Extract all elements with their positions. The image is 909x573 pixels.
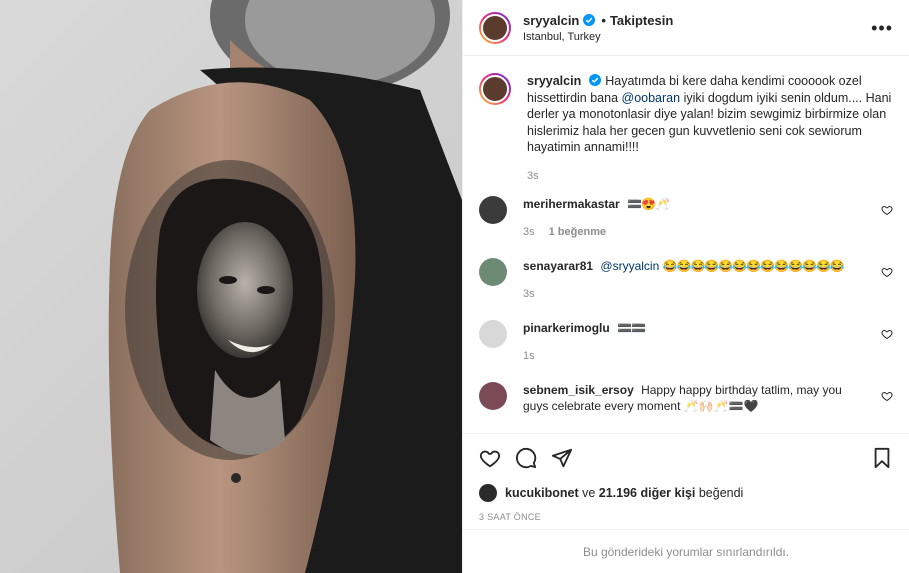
comment-username[interactable]: merihermakastar [523,197,620,211]
like-heart-icon[interactable] [479,447,501,469]
comment-like-heart-icon[interactable] [881,204,893,216]
comment-timestamp[interactable]: 3s [523,224,535,240]
comment-like-heart-icon[interactable] [881,390,893,402]
share-send-icon[interactable] [551,447,573,469]
comment-mention-link[interactable]: @sryyalcin [600,259,659,273]
comment-item: sebnem_isik_ersoy Happy happy birthday t… [479,382,893,414]
post-window: sryyalcin • Takiptesin Istanbul, Turkey … [0,0,909,573]
liked-by-username[interactable]: kucukibonet [505,486,579,500]
liker-avatar[interactable] [479,484,497,502]
likes-count-link[interactable]: 21.196 diğer kişi [599,486,696,500]
post-location[interactable]: Istanbul, Turkey [523,31,673,43]
comments-section[interactable]: sryyalcin Hayatımda bi kere daha kendimi … [463,57,909,433]
caption-username[interactable]: sryyalcin [527,74,581,88]
liked-by-suffix: beğendi [695,486,744,500]
verified-badge-icon [583,14,596,26]
save-bookmark-icon[interactable] [871,447,893,469]
post-details-panel: sryyalcin • Takiptesin Istanbul, Turkey … [462,0,909,573]
separator-dot: • [601,12,606,28]
more-options-icon[interactable]: ••• [871,18,893,39]
post-actions: kucukibonet ve 21.196 diğer kişi beğendi… [463,433,909,522]
comment-text: 😂😂😂😂😂😂😂😂😂😂😂😂😂 [662,259,845,273]
comment-text: 🟰🟰 [617,321,646,335]
comment-likes-count[interactable]: 1 beğenme [549,224,606,240]
comment-item: merihermakastar 🟰😍🥂 3s 1 beğenme [479,196,893,240]
comment-username[interactable]: senayarar81 [523,259,593,273]
caption-author-avatar[interactable] [479,73,511,105]
comment-username[interactable]: sebnem_isik_ersoy [523,383,634,397]
liked-by-joiner: ve [578,486,599,500]
comments-restricted-notice: Bu gönderideki yorumlar sınırlandırıldı. [463,529,909,573]
comment-item: senayarar81 @sryyalcin 😂😂😂😂😂😂😂😂😂😂😂😂😂 3s [479,258,893,302]
post-image[interactable] [0,0,462,573]
comment-text: 🟰😍🥂 [627,197,670,211]
author-username[interactable]: sryyalcin [523,13,579,28]
likes-summary: kucukibonet ve 21.196 diğer kişi beğendi [479,484,893,502]
post-caption: sryyalcin Hayatımda bi kere daha kendimi … [479,73,893,184]
commenter-avatar[interactable] [479,258,507,286]
comment-like-heart-icon[interactable] [881,328,893,340]
comment-like-heart-icon[interactable] [881,266,893,278]
commenter-avatar[interactable] [479,196,507,224]
post-header: sryyalcin • Takiptesin Istanbul, Turkey … [463,0,909,56]
caption-timestamp[interactable]: 3s [527,168,539,185]
following-status-button[interactable]: Takiptesin [610,13,673,28]
verified-badge-icon [589,74,602,86]
commenter-avatar[interactable] [479,320,507,348]
comment-bubble-icon[interactable] [515,447,537,469]
author-avatar[interactable] [479,11,511,44]
commenter-avatar[interactable] [479,382,507,410]
tattoo-photo-illustration [108,0,462,573]
comment-username[interactable]: pinarkerimoglu [523,321,610,335]
caption-mention-link[interactable]: @oobaran [622,91,681,105]
comment-timestamp[interactable]: 1s [523,348,535,364]
post-time-ago[interactable]: 3 SAAT ÖNCE [479,512,893,522]
comment-item: pinarkerimoglu 🟰🟰 1s [479,320,893,364]
comment-timestamp[interactable]: 3s [523,286,535,302]
